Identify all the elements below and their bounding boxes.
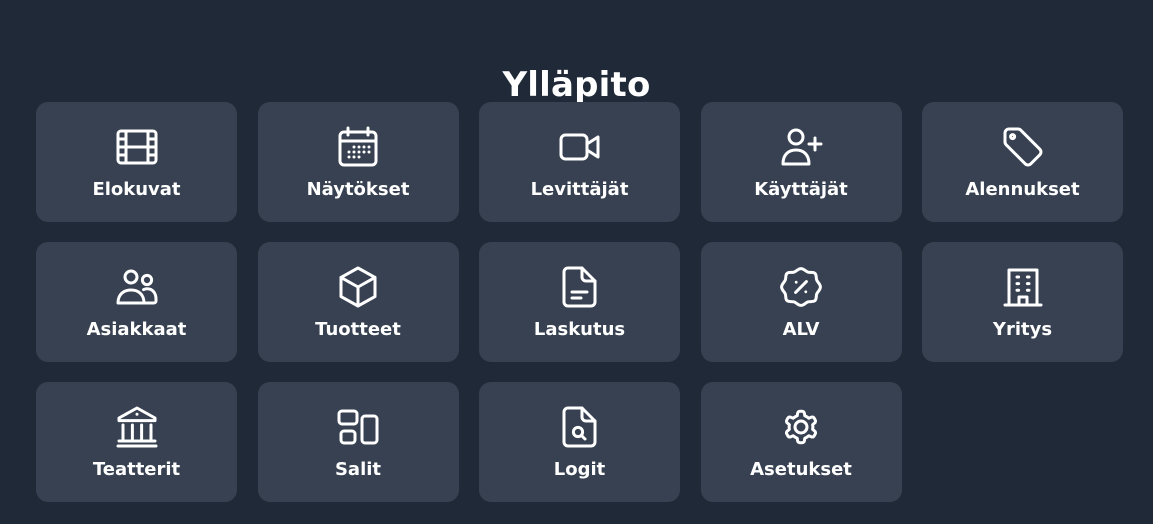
tile-label: ALV bbox=[782, 319, 820, 340]
tile-asetukset[interactable]: Asetukset bbox=[700, 382, 902, 502]
tile-label: Alennukset bbox=[965, 179, 1080, 200]
tile-elokuvat[interactable]: Elokuvat bbox=[36, 102, 237, 222]
tile-naytokset[interactable]: Näytökset bbox=[257, 102, 459, 222]
tile-laskutus[interactable]: Laskutus bbox=[479, 242, 680, 362]
cube-icon bbox=[339, 266, 377, 308]
tile-label: Tuotteet bbox=[315, 319, 401, 340]
cog-icon bbox=[784, 409, 818, 445]
video-camera-icon bbox=[559, 133, 599, 161]
tile-salit[interactable]: Salit bbox=[257, 382, 459, 502]
squares-layout-icon bbox=[337, 409, 379, 445]
tile-alv[interactable]: ALV bbox=[700, 242, 902, 362]
tile-label: Salit bbox=[334, 459, 382, 480]
tag-icon bbox=[1003, 127, 1042, 167]
page-title: Ylläpito bbox=[502, 64, 651, 105]
tile-label: Asiakkaat bbox=[86, 319, 187, 340]
tile-asiakkaat[interactable]: Asiakkaat bbox=[36, 242, 237, 362]
tile-label: Yritys bbox=[992, 319, 1053, 340]
document-text-icon bbox=[562, 266, 596, 308]
tile-teatterit[interactable]: Teatterit bbox=[36, 382, 237, 502]
tile-label: Laskutus bbox=[533, 319, 626, 340]
tile-label: Levittäjät bbox=[530, 179, 629, 200]
film-icon bbox=[116, 129, 157, 165]
tile-alennukset[interactable]: Alennukset bbox=[922, 102, 1123, 222]
building-office-icon bbox=[1003, 268, 1042, 307]
building-library-icon bbox=[116, 406, 157, 448]
tile-tuotteet[interactable]: Tuotteet bbox=[257, 242, 459, 362]
receipt-percent-icon bbox=[780, 267, 822, 307]
tile-levittajat[interactable]: Levittäjät bbox=[479, 102, 680, 222]
tile-yritys[interactable]: Yritys bbox=[922, 242, 1123, 362]
calendar-icon bbox=[338, 126, 378, 167]
tile-label: Elokuvat bbox=[92, 179, 181, 200]
user-plus-icon bbox=[781, 128, 823, 166]
tile-label: Teatterit bbox=[92, 459, 181, 480]
tile-label: Logit bbox=[553, 459, 606, 480]
users-icon bbox=[116, 269, 157, 305]
tile-label: Asetukset bbox=[750, 459, 852, 480]
tile-kayttajat[interactable]: Käyttäjät bbox=[700, 102, 902, 222]
tile-label: Käyttäjät bbox=[754, 179, 848, 200]
tile-label: Näytökset bbox=[306, 179, 410, 200]
document-search-icon bbox=[562, 406, 596, 448]
admin-menu-grid: Elokuvat Näytökset Levittäjät Käyttäjät … bbox=[36, 102, 1123, 502]
tile-logit[interactable]: Logit bbox=[479, 382, 680, 502]
